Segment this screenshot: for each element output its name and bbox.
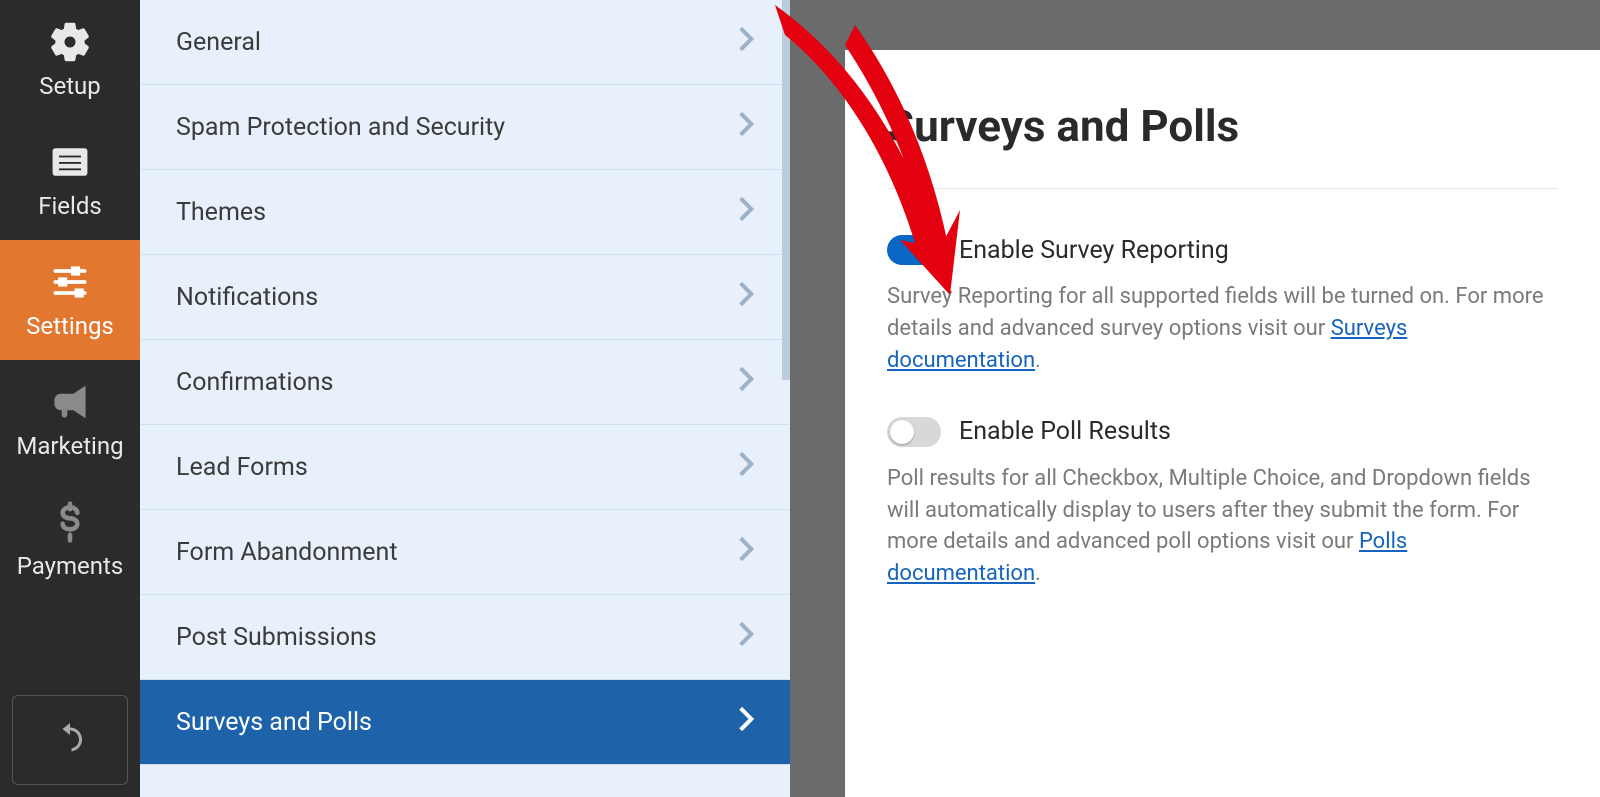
option-poll: Enable Poll Results Poll results for all… [887,417,1558,591]
toggle-poll-results[interactable] [887,417,941,447]
nav-label: Setup [39,72,101,100]
settings-row-themes[interactable]: Themes [140,170,790,255]
nav-item-marketing[interactable]: Marketing [0,360,140,480]
settings-row-label: Post Submissions [176,623,377,652]
divider [887,188,1558,189]
nav-item-payments[interactable]: Payments [0,480,140,600]
settings-row-label: Surveys and Polls [176,708,372,737]
chevron-right-icon [738,705,754,740]
option-title: Enable Poll Results [959,417,1171,446]
settings-row-label: Themes [176,198,266,227]
chevron-right-icon [738,450,754,485]
main-area: Surveys and Polls Enable Survey Reportin… [790,0,1600,797]
option-survey: Enable Survey Reporting Survey Reporting… [887,235,1558,377]
settings-row-general[interactable]: General [140,0,790,85]
chevron-right-icon [738,535,754,570]
desc-text: Survey Reporting for all supported field… [887,284,1544,341]
settings-row-notifications[interactable]: Notifications [140,255,790,340]
option-description: Poll results for all Checkbox, Multiple … [887,463,1558,591]
nav-label: Fields [38,192,102,220]
settings-row-label: Confirmations [176,368,333,397]
surveys-polls-panel: Surveys and Polls Enable Survey Reportin… [845,50,1600,797]
chevron-right-icon [738,195,754,230]
settings-submenu: General Spam Protection and Security The… [140,0,790,797]
settings-row-label: Notifications [176,283,318,312]
settings-row-label: Spam Protection and Security [176,113,505,142]
settings-row-label: Lead Forms [176,453,308,482]
option-description: Survey Reporting for all supported field… [887,281,1558,377]
desc-text: Poll results for all Checkbox, Multiple … [887,466,1531,555]
nav-label: Marketing [16,432,123,460]
desc-text: . [1035,561,1041,586]
option-title: Enable Survey Reporting [959,236,1229,265]
settings-row-label: Form Abandonment [176,538,398,567]
settings-row-confirmations[interactable]: Confirmations [140,340,790,425]
gear-icon [48,20,92,64]
form-fields-icon [48,140,92,184]
settings-row-leadforms[interactable]: Lead Forms [140,425,790,510]
nav-label: Payments [17,552,124,580]
nav-item-fields[interactable]: Fields [0,120,140,240]
settings-row-postsubmissions[interactable]: Post Submissions [140,595,790,680]
undo-button[interactable] [12,695,128,785]
nav-label: Settings [26,312,114,340]
sliders-icon [48,260,92,304]
primary-nav: Setup Fields Settings Marketing Payments [0,0,140,797]
nav-item-setup[interactable]: Setup [0,0,140,120]
settings-row-label: General [176,28,261,57]
undo-icon [52,720,88,760]
chevron-right-icon [738,620,754,655]
settings-row-spam[interactable]: Spam Protection and Security [140,85,790,170]
chevron-right-icon [738,365,754,400]
chevron-right-icon [738,110,754,145]
chevron-right-icon [738,280,754,315]
toggle-survey-reporting[interactable] [887,235,941,265]
scrollbar[interactable] [782,0,790,380]
dollar-icon [48,500,92,544]
bullhorn-icon [48,380,92,424]
nav-item-settings[interactable]: Settings [0,240,140,360]
settings-row-surveys[interactable]: Surveys and Polls [140,680,790,765]
panel-title: Surveys and Polls [887,100,1558,152]
settings-row-abandonment[interactable]: Form Abandonment [140,510,790,595]
desc-text: . [1035,348,1041,373]
chevron-right-icon [738,25,754,60]
